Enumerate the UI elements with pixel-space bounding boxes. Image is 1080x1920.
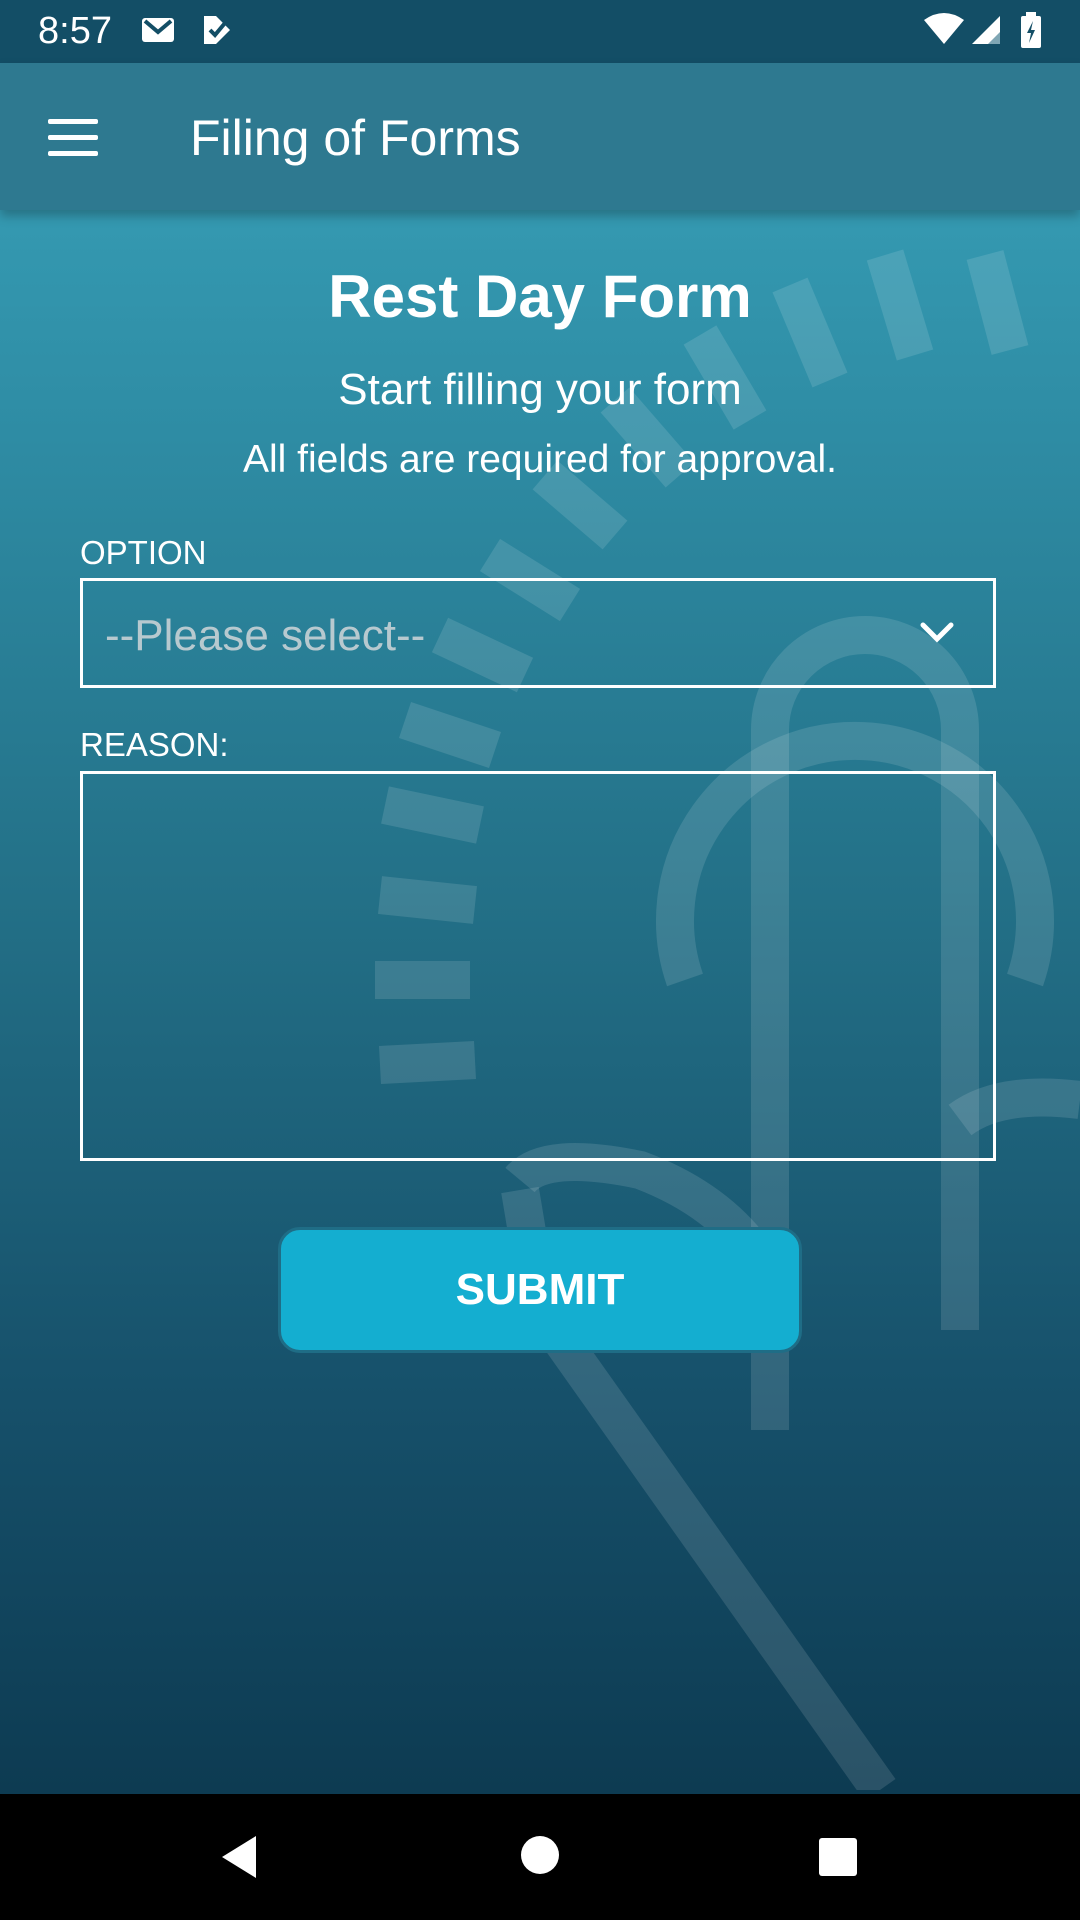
home-icon[interactable] xyxy=(519,1834,561,1876)
chevron-down-icon xyxy=(920,622,954,643)
app-screen: 8:57 Filing of Forms Rest Day Form Start… xyxy=(0,0,1080,1920)
cell-signal-icon xyxy=(972,16,1000,44)
form-title: Rest Day Form xyxy=(328,263,752,330)
gmail-icon xyxy=(142,18,174,42)
reason-label: REASON: xyxy=(80,726,229,763)
task-check-icon xyxy=(204,16,230,44)
app-bar: Filing of Forms xyxy=(0,63,1080,210)
form-subtitle: Start filling your form xyxy=(338,365,742,414)
wifi-icon xyxy=(924,13,964,44)
recents-icon[interactable] xyxy=(817,1836,859,1878)
reason-textarea[interactable] xyxy=(80,771,996,1161)
submit-button[interactable]: SUBMIT xyxy=(278,1227,802,1353)
app-title: Filing of Forms xyxy=(190,110,521,166)
battery-charging-icon xyxy=(1021,12,1041,48)
option-select-value: --Please select-- xyxy=(105,611,426,660)
status-bar: 8:57 xyxy=(0,0,1080,63)
system-nav-bar xyxy=(0,1794,1080,1920)
status-time: 8:57 xyxy=(38,10,112,52)
option-select[interactable]: --Please select-- xyxy=(80,578,996,688)
back-icon[interactable] xyxy=(218,1834,260,1880)
form-note: All fields are required for approval. xyxy=(243,438,837,481)
option-label: OPTION xyxy=(80,534,207,571)
hamburger-menu-icon[interactable] xyxy=(48,119,98,157)
